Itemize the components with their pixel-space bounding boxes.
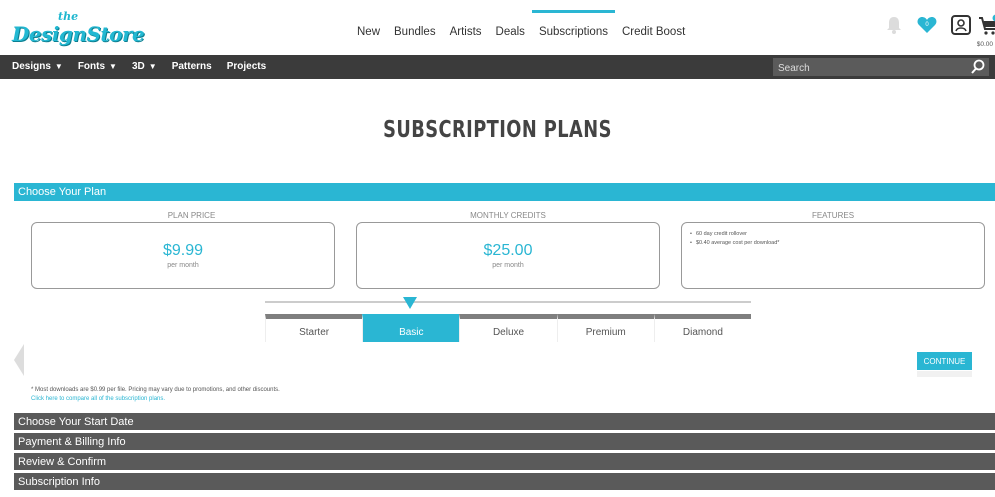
plan-price-value: $9.99 — [162, 242, 204, 259]
cart-total: $0.00 — [976, 41, 993, 48]
menu-fonts[interactable]: Fonts ▼ — [78, 55, 132, 79]
chevron-down-icon: ▼ — [109, 62, 117, 71]
features-list: 60 day credit rollover $0.40 average cos… — [682, 223, 984, 248]
site-logo[interactable]: the DesignStore — [12, 10, 145, 48]
nav-credit-boost[interactable]: Credit Boost — [615, 0, 692, 55]
monthly-credits-unit: per month — [492, 262, 524, 269]
top-header: the DesignStore New Bundles Artists Deal… — [0, 0, 995, 55]
header-icons: 0 $0.00 — [865, 14, 995, 48]
continue-button-shadow — [917, 371, 972, 377]
tier-premium[interactable]: Premium — [556, 314, 654, 342]
search-icon[interactable] — [971, 59, 985, 75]
plan-price-box: $9.99 per month — [31, 222, 335, 289]
feature-item: 60 day credit rollover — [690, 230, 984, 239]
menu-patterns[interactable]: Patterns — [172, 55, 227, 79]
heart-icon[interactable]: 0 — [916, 14, 938, 36]
main-nav: New Bundles Artists Deals Subscriptions … — [350, 0, 692, 55]
nav-deals[interactable]: Deals — [489, 0, 532, 55]
plan-price-unit: per month — [167, 262, 199, 269]
nav-bundles[interactable]: Bundles — [387, 0, 443, 55]
section-review-confirm[interactable]: Review & Confirm — [14, 452, 995, 470]
tier-basic[interactable]: Basic — [362, 314, 460, 342]
section-payment-billing[interactable]: Payment & Billing Info — [14, 432, 995, 450]
menu-3d-label: 3D — [131, 61, 145, 72]
search-input[interactable] — [773, 59, 963, 78]
menu-fonts-label: Fonts — [77, 61, 106, 72]
monthly-credits-value: $25.00 — [483, 242, 533, 259]
nav-new[interactable]: New — [350, 0, 387, 55]
features-box: 60 day credit rollover $0.40 average cos… — [681, 222, 985, 289]
chevron-left-icon[interactable] — [14, 344, 24, 376]
page-title: SUBSCRIPTION PLANS — [383, 117, 612, 143]
chevron-down-icon: ▼ — [54, 62, 63, 71]
chevron-down-icon: ▼ — [148, 62, 157, 71]
bell-icon[interactable] — [883, 14, 905, 36]
menu-designs[interactable]: Designs ▼ — [12, 55, 78, 79]
subscription-page: the DesignStore New Bundles Artists Deal… — [0, 0, 995, 497]
monthly-credits-label: MONTHLY CREDITS — [470, 211, 546, 220]
user-icon[interactable] — [950, 14, 972, 36]
features-label: FEATURES — [811, 211, 855, 220]
tier-tabs: Starter Basic Deluxe Premium Diamond — [265, 314, 752, 342]
pricing-note: * Most downloads are $0.99 per file. Pri… — [31, 387, 280, 393]
tier-deluxe[interactable]: Deluxe — [459, 314, 557, 342]
section-subscription-info[interactable]: Subscription Info — [14, 472, 995, 490]
logo-main-text: DesignStore — [12, 22, 145, 46]
section-start-date[interactable]: Choose Your Start Date — [14, 412, 995, 430]
monthly-credits-box: $25.00 per month — [356, 222, 660, 289]
tier-starter[interactable]: Starter — [265, 314, 363, 342]
feature-item: $0.40 average cost per download* — [690, 239, 984, 248]
cart-icon[interactable] — [977, 14, 995, 36]
menu-designs-label: Designs — [12, 61, 51, 72]
category-menu: Designs ▼ Fonts ▼ 3D ▼ Patterns Projects — [0, 55, 995, 79]
menu-3d[interactable]: 3D ▼ — [132, 55, 172, 79]
nav-artists[interactable]: Artists — [443, 0, 489, 55]
continue-button[interactable]: CONTINUE — [917, 352, 972, 370]
compare-plans-link[interactable]: Click here to compare all of the subscri… — [31, 396, 165, 402]
tier-slider-track — [265, 301, 751, 303]
menu-projects[interactable]: Projects — [227, 55, 281, 79]
nav-subscriptions[interactable]: Subscriptions — [531, 0, 616, 55]
tier-slider-pointer[interactable] — [403, 297, 417, 309]
plan-price-label: PLAN PRICE — [167, 211, 216, 220]
section-choose-plan[interactable]: Choose Your Plan — [14, 183, 995, 201]
search-bar — [773, 58, 989, 78]
tier-diamond[interactable]: Diamond — [653, 314, 752, 342]
